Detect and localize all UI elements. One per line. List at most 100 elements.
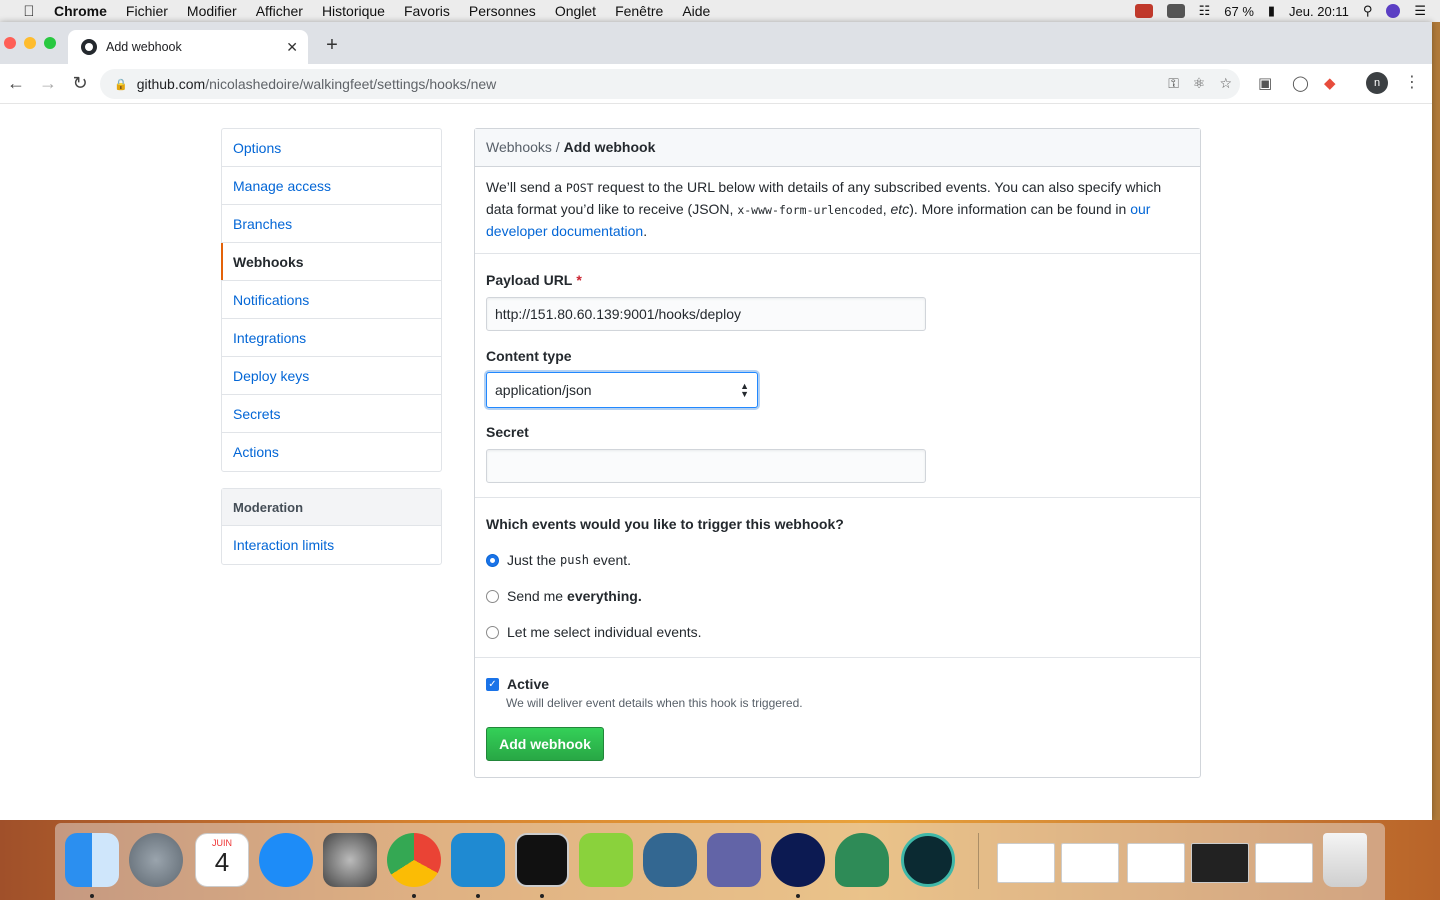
sidebar-item-secrets[interactable]: Secrets (222, 395, 441, 433)
menubar-clock[interactable]: Jeu. 20:11 (1289, 4, 1349, 19)
translate-icon[interactable]: ⚛ (1193, 75, 1206, 92)
menu-personnes[interactable]: Personnes (469, 3, 536, 19)
bookmark-star-icon[interactable]: ☆ (1219, 75, 1232, 92)
minimized-window-3[interactable] (1127, 843, 1185, 883)
content-type-value: application/json (495, 382, 592, 398)
forward-arrow-icon[interactable]: → (32, 73, 64, 94)
teams-icon[interactable] (707, 833, 761, 887)
chrome-menu-icon[interactable]: ⋮ (1404, 72, 1420, 92)
menu-historique[interactable]: Historique (322, 3, 385, 19)
battery-percent[interactable]: 67 % (1224, 4, 1254, 19)
rocket-app-icon[interactable] (835, 833, 889, 887)
radio-individual[interactable] (486, 625, 499, 639)
dock-separator (978, 833, 979, 889)
form-breadcrumb: Webhooks / Add webhook (475, 129, 1200, 167)
sidebar-item-deploy-keys[interactable]: Deploy keys (222, 357, 441, 395)
new-tab-button[interactable]: + (322, 34, 342, 57)
window-minimize-button[interactable] (24, 37, 36, 49)
trash-icon[interactable] (1323, 833, 1367, 887)
finder-icon[interactable] (65, 833, 119, 887)
vscode-icon[interactable] (451, 833, 505, 887)
minimized-window-4[interactable] (1191, 843, 1249, 883)
apple-icon[interactable]:  (20, 3, 38, 20)
docker-tray-icon[interactable] (1166, 4, 1185, 18)
sidebar-item-options[interactable]: Options (222, 129, 441, 167)
sidebar-item-webhooks[interactable]: Webhooks (221, 243, 441, 281)
menu-favoris[interactable]: Favoris (404, 3, 450, 19)
minimized-window-1[interactable] (997, 843, 1055, 883)
notification-center-icon[interactable]: ☰ (1414, 3, 1426, 19)
cube-app-icon[interactable] (579, 833, 633, 887)
active-checkbox-row[interactable]: ✓ Active (486, 676, 549, 692)
window-zoom-button[interactable] (44, 37, 56, 49)
payload-url-input[interactable] (486, 297, 926, 331)
postgres-elephant-icon[interactable] (643, 833, 697, 887)
tab-close-icon[interactable]: ✕ (286, 39, 298, 56)
battery-icon[interactable]: ▮ (1268, 3, 1275, 19)
radio-push[interactable] (486, 553, 499, 567)
dropbox-tray-icon[interactable] (1134, 4, 1153, 18)
sidebar-item-interaction-limits[interactable]: Interaction limits (222, 526, 441, 564)
running-indicator (476, 894, 480, 898)
browser-tab-active[interactable]: Add webhook ✕ (68, 30, 308, 64)
menu-onglet[interactable]: Onglet (555, 3, 596, 19)
tab-strip: Add webhook ✕ + (0, 22, 1432, 64)
intro-part: , (882, 201, 891, 217)
sidebar-item-manage-access[interactable]: Manage access (222, 167, 441, 205)
menu-modifier[interactable]: Modifier (187, 3, 237, 19)
menu-fichier[interactable]: Fichier (126, 3, 168, 19)
calendar-icon[interactable]: JUIN 4 (195, 833, 249, 887)
breadcrumb-current: Add webhook (563, 139, 656, 155)
terminal-icon[interactable] (515, 833, 569, 887)
event-option-everything[interactable]: Send me everything. (486, 588, 642, 604)
event-all-text: Send me (507, 588, 564, 604)
secret-label: Secret (486, 424, 529, 440)
extension-cast-icon[interactable]: ▣ (1258, 74, 1272, 92)
add-webhook-form: Webhooks / Add webhook We’ll send a POST… (474, 128, 1201, 778)
minimized-window-2[interactable] (1061, 843, 1119, 883)
moderation-menu: Moderation Interaction limits (221, 488, 442, 565)
active-checkbox[interactable]: ✓ (486, 677, 499, 691)
back-arrow-icon[interactable]: ← (0, 73, 32, 94)
menu-app-name[interactable]: Chrome (54, 3, 107, 19)
app-store-icon[interactable] (259, 833, 313, 887)
content-type-select[interactable]: application/json ▲ ▼ (486, 372, 758, 408)
intro-code-post: POST (565, 181, 594, 195)
sidebar-item-notifications[interactable]: Notifications (222, 281, 441, 319)
secret-input[interactable] (486, 449, 926, 483)
webhook-config-section: Payload URL* Content type application/js… (475, 254, 1200, 498)
event-option-push[interactable]: Just the push event. (486, 552, 631, 568)
launchpad-icon[interactable] (129, 833, 183, 887)
lock-icon[interactable]: 🔒 (114, 78, 128, 91)
menubar-status-area: ☷ 67 % ▮ Jeu. 20:11 ⚲ ☰ (1134, 0, 1440, 22)
radio-everything[interactable] (486, 589, 499, 603)
event-option-individual[interactable]: Let me select individual events. (486, 624, 702, 640)
minimized-window-5[interactable] (1255, 843, 1313, 883)
active-section: ✓ Active We will deliver event details w… (475, 658, 1200, 778)
wifi-icon[interactable]: ☷ (1199, 3, 1211, 19)
macos-menubar:  Chrome Fichier Modifier Afficher Histo… (0, 0, 1440, 22)
sidebar-item-integrations[interactable]: Integrations (222, 319, 441, 357)
system-preferences-icon[interactable] (323, 833, 377, 887)
extension-badge-icon[interactable]: ◆ (1324, 74, 1336, 92)
window-close-button[interactable] (4, 37, 16, 49)
siri-icon[interactable] (1386, 4, 1401, 18)
reload-icon[interactable]: ↻ (64, 73, 96, 94)
dropbox-icon[interactable] (771, 833, 825, 887)
event-push-code: push (560, 553, 589, 567)
address-bar[interactable]: 🔒 github.com /nicolashedoire/walkingfeet… (100, 69, 1240, 99)
key-icon[interactable]: ⚿ (1168, 75, 1179, 92)
profile-avatar[interactable]: n (1366, 72, 1388, 94)
spotlight-search-icon[interactable]: ⚲ (1363, 3, 1373, 19)
menu-afficher[interactable]: Afficher (256, 3, 303, 19)
menu-fenetre[interactable]: Fenêtre (615, 3, 663, 19)
extension-circle-icon[interactable]: ◯ (1292, 74, 1309, 92)
event-all-bold: everything. (567, 588, 642, 604)
chrome-dock-icon[interactable] (387, 833, 441, 887)
gitkraken-icon[interactable] (901, 833, 955, 887)
add-webhook-button[interactable]: Add webhook (486, 727, 604, 761)
sidebar-item-branches[interactable]: Branches (222, 205, 441, 243)
menu-aide[interactable]: Aide (682, 3, 710, 19)
sidebar-item-actions[interactable]: Actions (222, 433, 441, 471)
breadcrumb-webhooks[interactable]: Webhooks (486, 139, 552, 155)
